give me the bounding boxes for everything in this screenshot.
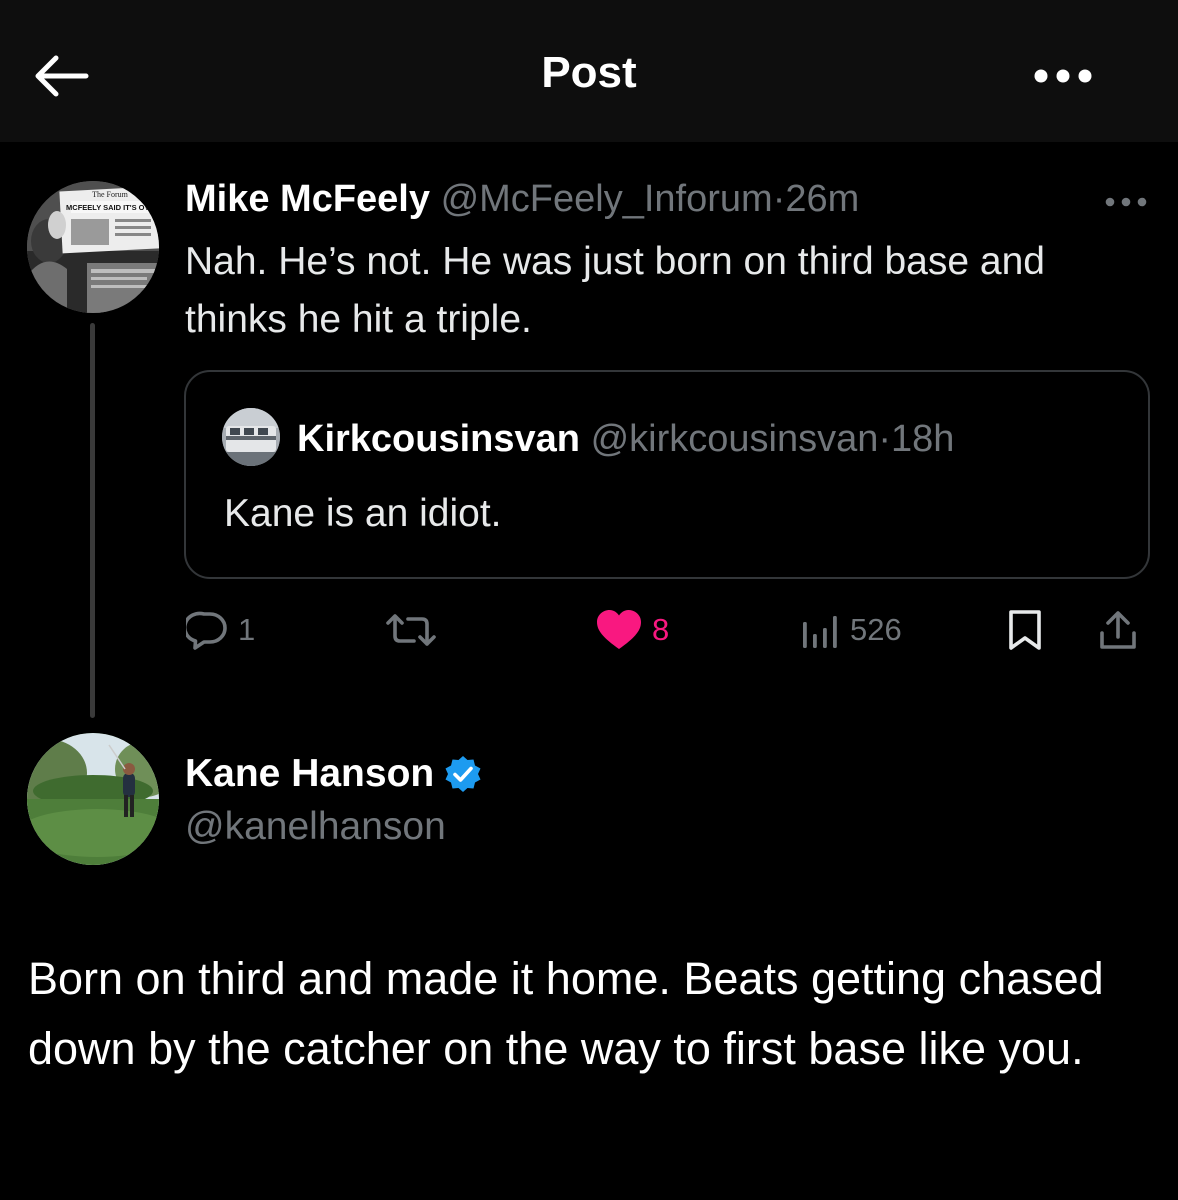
top-bar: Post xyxy=(0,0,1178,142)
reply-author-row: Kane Hanson xyxy=(185,746,482,802)
thread-connector-line xyxy=(90,323,95,718)
more-horizontal-icon xyxy=(1105,197,1147,207)
quoted-author-handle: @kirkcousinsvan xyxy=(590,418,879,460)
arrow-left-icon xyxy=(35,55,89,97)
quoted-tweet-text: Kane is an idiot. xyxy=(224,492,502,535)
parent-tweet-header: Mike McFeely @McFeely_Inforum·26m xyxy=(185,176,859,222)
quoted-tweet-timestamp: 18h xyxy=(891,418,955,460)
newspaper-title: The Forum xyxy=(92,190,129,199)
kane-hanson-avatar[interactable] xyxy=(27,733,159,865)
mike-mcfeely-avatar[interactable]: The Forum MCFEELY SAID IT'S OVER xyxy=(27,181,159,313)
author-handle[interactable]: @McFeely_Inforum xyxy=(441,178,773,220)
avatar-photo: The Forum MCFEELY SAID IT'S OVER xyxy=(27,181,159,313)
reply-tweet-text: Born on third and made it home. Beats ge… xyxy=(28,953,1104,1074)
reply-author-name[interactable]: Kane Hanson xyxy=(185,752,434,796)
parent-tweet-text: Nah. He’s not. He was just born on third… xyxy=(185,240,1045,341)
reply-author-handle[interactable]: @kanelhanson xyxy=(185,800,446,854)
tweet-timestamp[interactable]: 26m xyxy=(785,178,859,220)
like-count: 8 xyxy=(652,612,670,647)
quoted-tweet-header: Kirkcousinsvan @kirkcousinsvan·18h xyxy=(297,416,954,462)
like-button[interactable]: 8 xyxy=(596,600,669,660)
tweet-action-bar: 1 8 526 xyxy=(180,600,1160,660)
heart-filled-icon xyxy=(597,610,641,649)
verified-badge-icon xyxy=(444,755,482,793)
bookmark-icon xyxy=(1009,610,1041,650)
more-horizontal-icon xyxy=(1034,69,1092,83)
kirkcousinsvan-avatar xyxy=(222,408,280,466)
page-title: Post xyxy=(541,48,637,97)
share-icon xyxy=(1100,611,1136,649)
meta-separator: · xyxy=(772,178,786,220)
quoted-tweet-card[interactable]: Kirkcousinsvan @kirkcousinsvan·18h Kane … xyxy=(184,370,1150,579)
view-count: 526 xyxy=(850,612,902,647)
reply-count: 1 xyxy=(238,612,256,647)
meta-separator: · xyxy=(878,418,892,460)
analytics-bars-icon xyxy=(803,616,837,648)
avatar-photo xyxy=(27,733,159,865)
bookmark-button[interactable] xyxy=(1006,600,1044,660)
quoted-author-name: Kirkcousinsvan xyxy=(297,418,580,460)
reply-button[interactable]: 1 xyxy=(186,600,255,660)
share-button[interactable] xyxy=(1098,600,1138,660)
tweet-more-button[interactable] xyxy=(1098,182,1154,222)
avatar-photo xyxy=(222,408,280,466)
back-button[interactable] xyxy=(28,50,92,102)
reply-icon xyxy=(186,611,227,650)
newspaper-headline: MCFEELY SAID IT'S OVER xyxy=(66,203,159,212)
author-name[interactable]: Mike McFeely xyxy=(185,178,430,220)
retweet-button[interactable] xyxy=(384,600,448,660)
header-more-button[interactable] xyxy=(1028,50,1098,102)
retweet-icon xyxy=(386,614,436,646)
views-button[interactable]: 526 xyxy=(800,600,902,660)
